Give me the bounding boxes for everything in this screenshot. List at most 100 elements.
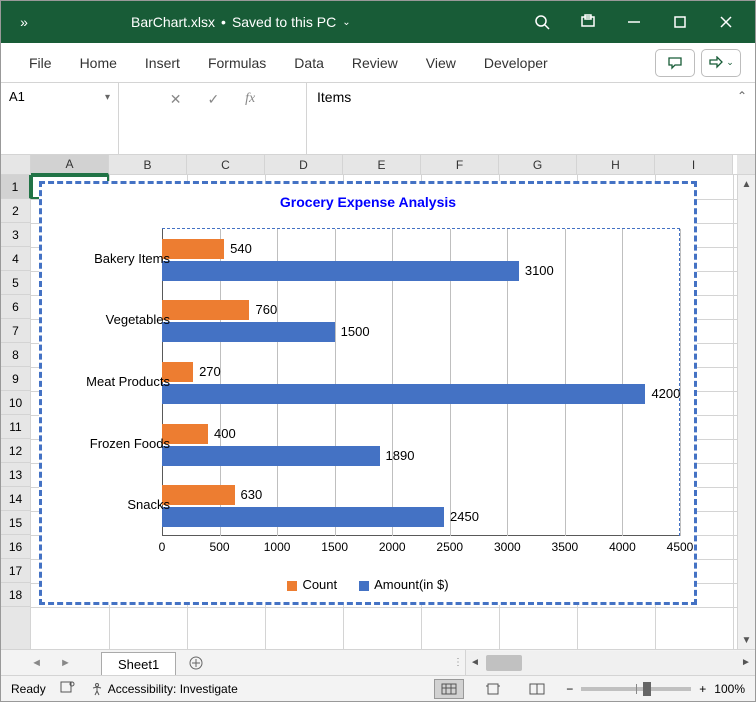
name-box-dropdown-icon[interactable]: ▾ bbox=[105, 89, 110, 103]
category-label: Snacks bbox=[60, 497, 170, 512]
formula-input[interactable] bbox=[317, 89, 745, 105]
title-bar: » BarChart.xlsx • Saved to this PC ⌄ bbox=[1, 1, 755, 43]
x-tick-label: 1000 bbox=[264, 540, 291, 554]
ribbon-tab-formulas[interactable]: Formulas bbox=[194, 43, 280, 83]
row-header-16[interactable]: 16 bbox=[1, 535, 30, 559]
row-header-10[interactable]: 10 bbox=[1, 391, 30, 415]
row-header-8[interactable]: 8 bbox=[1, 343, 30, 367]
row-header-7[interactable]: 7 bbox=[1, 319, 30, 343]
column-header-A[interactable]: A bbox=[31, 155, 109, 175]
sheet-tab-sheet1[interactable]: Sheet1 bbox=[101, 652, 176, 675]
data-label: 400 bbox=[214, 426, 236, 441]
ribbon-tab-view[interactable]: View bbox=[412, 43, 470, 83]
category-label: Meat Products bbox=[60, 374, 170, 389]
row-header-13[interactable]: 13 bbox=[1, 463, 30, 487]
chart-title[interactable]: Grocery Expense Analysis bbox=[42, 184, 694, 216]
row-header-15[interactable]: 15 bbox=[1, 511, 30, 535]
account-button[interactable] bbox=[565, 1, 611, 43]
accessibility-status[interactable]: Accessibility: Investigate bbox=[90, 682, 238, 696]
ribbon-tab-home[interactable]: Home bbox=[66, 43, 131, 83]
page-layout-view-button[interactable] bbox=[478, 679, 508, 699]
bar-amount-4[interactable] bbox=[162, 507, 444, 527]
row-header-2[interactable]: 2 bbox=[1, 199, 30, 223]
row-header-11[interactable]: 11 bbox=[1, 415, 30, 439]
add-sheet-button[interactable] bbox=[176, 650, 216, 675]
column-header-F[interactable]: F bbox=[421, 155, 499, 174]
close-button[interactable] bbox=[703, 1, 749, 43]
column-header-B[interactable]: B bbox=[109, 155, 187, 174]
minimize-button[interactable] bbox=[611, 1, 657, 43]
ribbon-tab-developer[interactable]: Developer bbox=[470, 43, 562, 83]
bar-amount-2[interactable] bbox=[162, 384, 645, 404]
data-label: 2450 bbox=[450, 509, 479, 524]
row-header-17[interactable]: 17 bbox=[1, 559, 30, 583]
ribbon-tab-insert[interactable]: Insert bbox=[131, 43, 194, 83]
zoom-in-button[interactable]: + bbox=[699, 682, 706, 696]
horizontal-scrollbar[interactable]: ◄ ► bbox=[465, 650, 755, 675]
x-tick-label: 2000 bbox=[379, 540, 406, 554]
row-header-18[interactable]: 18 bbox=[1, 583, 30, 607]
row-header-6[interactable]: 6 bbox=[1, 295, 30, 319]
select-all-button[interactable] bbox=[1, 155, 31, 174]
column-header-I[interactable]: I bbox=[655, 155, 733, 174]
chart-object[interactable]: Grocery Expense Analysis 540310076015002… bbox=[39, 181, 697, 605]
plot-area[interactable]: 54031007601500270420040018906302450 bbox=[162, 228, 680, 536]
data-label: 1890 bbox=[386, 448, 415, 463]
row-header-12[interactable]: 12 bbox=[1, 439, 30, 463]
sheet-nav-buttons[interactable]: ◄► bbox=[1, 650, 101, 675]
ribbon-tab-review[interactable]: Review bbox=[338, 43, 412, 83]
tab-split-handle[interactable]: ⋮ bbox=[451, 650, 465, 675]
row-header-14[interactable]: 14 bbox=[1, 487, 30, 511]
macro-record-icon[interactable] bbox=[60, 680, 76, 697]
row-header-3[interactable]: 3 bbox=[1, 223, 30, 247]
name-box[interactable]: ▾ bbox=[1, 83, 119, 154]
normal-view-button[interactable] bbox=[434, 679, 464, 699]
zoom-slider[interactable] bbox=[581, 687, 691, 691]
scroll-right-icon[interactable]: ► bbox=[737, 651, 755, 675]
scroll-up-icon[interactable]: ▲ bbox=[738, 175, 755, 193]
row-header-1[interactable]: 1 bbox=[1, 175, 31, 199]
vertical-scrollbar[interactable]: ▲ ▼ bbox=[737, 175, 755, 649]
column-header-E[interactable]: E bbox=[343, 155, 421, 174]
row-header-5[interactable]: 5 bbox=[1, 271, 30, 295]
column-header-D[interactable]: D bbox=[265, 155, 343, 174]
row-header-9[interactable]: 9 bbox=[1, 367, 30, 391]
formula-input-area[interactable]: ⌃ bbox=[307, 83, 755, 154]
cancel-formula-icon[interactable]: ✕ bbox=[170, 91, 182, 108]
collapse-ribbon-icon[interactable]: » bbox=[7, 14, 41, 30]
x-tick-label: 4000 bbox=[609, 540, 636, 554]
scroll-down-icon[interactable]: ▼ bbox=[738, 631, 755, 649]
comments-button[interactable] bbox=[655, 49, 695, 77]
row-header-4[interactable]: 4 bbox=[1, 247, 30, 271]
column-header-G[interactable]: G bbox=[499, 155, 577, 174]
bar-amount-3[interactable] bbox=[162, 446, 380, 466]
bar-amount-0[interactable] bbox=[162, 261, 519, 281]
expand-formula-bar-icon[interactable]: ⌃ bbox=[737, 89, 747, 103]
legend-item-amount[interactable]: Amount(in $) bbox=[359, 577, 448, 592]
column-header-H[interactable]: H bbox=[577, 155, 655, 174]
search-button[interactable] bbox=[519, 1, 565, 43]
page-break-view-button[interactable] bbox=[522, 679, 552, 699]
legend-item-count[interactable]: Count bbox=[287, 577, 337, 592]
chart-legend[interactable]: Count Amount(in $) bbox=[42, 577, 694, 592]
bar-count-1[interactable] bbox=[162, 300, 249, 320]
scroll-left-icon[interactable]: ◄ bbox=[466, 651, 484, 675]
chevron-down-icon[interactable]: ⌄ bbox=[342, 17, 350, 28]
share-button[interactable]: ⌄ bbox=[701, 49, 741, 77]
maximize-button[interactable] bbox=[657, 1, 703, 43]
zoom-level[interactable]: 100% bbox=[714, 682, 745, 696]
data-label: 1500 bbox=[341, 324, 370, 339]
bar-amount-1[interactable] bbox=[162, 322, 335, 342]
accept-formula-icon[interactable]: ✓ bbox=[207, 91, 219, 108]
zoom-out-button[interactable]: − bbox=[566, 682, 573, 696]
ribbon-tab-file[interactable]: File bbox=[15, 43, 66, 83]
bar-count-0[interactable] bbox=[162, 239, 224, 259]
column-header-C[interactable]: C bbox=[187, 155, 265, 174]
cells-area[interactable]: Grocery Expense Analysis 540310076015002… bbox=[31, 175, 737, 649]
x-tick-label: 1500 bbox=[321, 540, 348, 554]
ribbon-tab-data[interactable]: Data bbox=[280, 43, 338, 83]
cell-reference-input[interactable] bbox=[9, 89, 87, 104]
x-tick-label: 3500 bbox=[552, 540, 579, 554]
insert-function-icon[interactable]: fx bbox=[245, 91, 255, 107]
bar-count-4[interactable] bbox=[162, 485, 235, 505]
